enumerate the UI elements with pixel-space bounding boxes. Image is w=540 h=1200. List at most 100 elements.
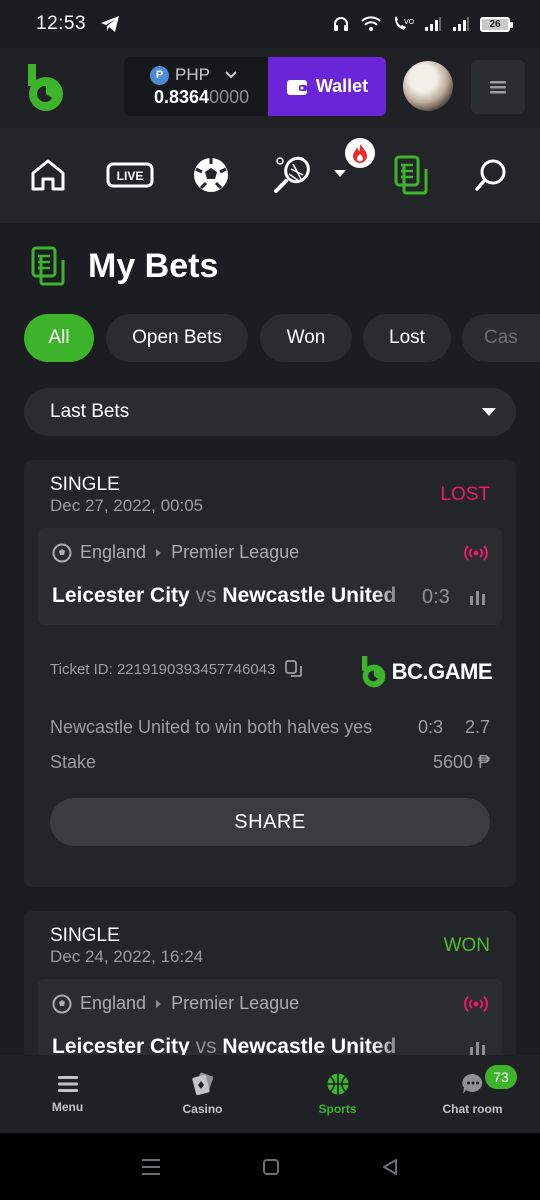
- tab-all[interactable]: All: [24, 314, 94, 362]
- bet-card[interactable]: SINGLE Dec 27, 2022, 00:05 LOST England …: [24, 460, 516, 887]
- balance-dim: 0000: [209, 87, 250, 107]
- copy-icon[interactable]: [285, 660, 303, 678]
- live-nav[interactable]: LIVE: [105, 150, 155, 200]
- status-time: 12:53: [36, 13, 87, 34]
- bet-date: Dec 27, 2022, 00:05: [50, 496, 204, 515]
- tab-won[interactable]: Won: [260, 314, 352, 362]
- live-signal-icon: [464, 996, 488, 1012]
- bottom-nav-label: Menu: [51, 1100, 84, 1114]
- home-icon: [31, 159, 65, 191]
- breadcrumb-separator: [156, 548, 162, 557]
- chevron-down-icon[interactable]: [224, 70, 238, 80]
- bc-game-logo-icon: [361, 656, 385, 688]
- headphones-icon: [334, 17, 348, 31]
- home-nav[interactable]: [23, 150, 73, 200]
- tab-cashout[interactable]: Cas: [462, 314, 540, 362]
- bc-game-logo[interactable]: [28, 64, 64, 112]
- live-signal-icon: [464, 545, 488, 561]
- casino-cards-icon: [191, 1072, 213, 1096]
- league-name: Premier League: [171, 542, 300, 562]
- share-button[interactable]: SHARE: [50, 798, 490, 846]
- live-icon: LIVE: [106, 162, 154, 188]
- currency-name: PHP: [175, 65, 210, 84]
- soccer-ball-icon: [52, 543, 72, 562]
- top-header: P PHP 0.83640000 Wallet: [0, 48, 540, 128]
- tennis-racket-icon: [274, 156, 310, 193]
- filter-tabs: All Open Bets Won Lost Cas: [24, 314, 540, 362]
- tab-lost[interactable]: Lost: [363, 314, 451, 362]
- stats-icon[interactable]: [468, 588, 486, 606]
- unread-badge: 73: [485, 1065, 517, 1089]
- balance-box[interactable]: P PHP 0.83640000: [124, 57, 268, 116]
- status-bar: 12:53 VO 26: [0, 0, 540, 48]
- tennis-nav[interactable]: [267, 150, 317, 200]
- bets-range-select[interactable]: Last Bets: [24, 388, 516, 436]
- bets-slip-icon: [394, 155, 428, 195]
- category-nav: LIVE: [0, 128, 540, 223]
- select-value: Last Bets: [50, 401, 130, 422]
- balance-value: 0.83640000: [154, 87, 258, 108]
- selection-odds: 2.7: [464, 717, 490, 737]
- selection-row: Newcastle United to win both halves yes …: [50, 717, 490, 738]
- hot-badge: [345, 138, 375, 168]
- page-title: My Bets: [88, 246, 219, 285]
- bc-game-brand: BC.GAME: [361, 656, 493, 688]
- balance-main: 0.8364: [154, 87, 210, 107]
- recent-apps-icon[interactable]: [140, 1157, 162, 1177]
- search-nav[interactable]: [466, 150, 516, 200]
- bet-status: WON: [443, 935, 490, 956]
- soccer-ball-icon: [52, 994, 72, 1013]
- basketball-icon: [327, 1073, 348, 1095]
- system-nav-bar: [0, 1133, 540, 1200]
- bottom-nav-chat[interactable]: Chat room 73: [405, 1055, 540, 1133]
- home-team: Leicester City: [52, 584, 190, 607]
- back-icon[interactable]: [380, 1157, 400, 1177]
- peso-coin-icon: P: [150, 65, 169, 85]
- league-row: England Premier League: [52, 993, 299, 1014]
- league-name: Premier League: [171, 993, 300, 1013]
- menu-icon: [57, 1076, 78, 1092]
- bets-slip-icon: [31, 246, 65, 286]
- stake-label: Stake: [50, 752, 97, 772]
- selection-score: 0:3: [417, 717, 443, 737]
- bet-card[interactable]: SINGLE Dec 24, 2022, 16:24 WON England P…: [24, 911, 516, 1061]
- event-box[interactable]: England Premier League Leicester City vs…: [38, 979, 502, 1061]
- wallet-label: Wallet: [315, 76, 369, 96]
- bet-type: SINGLE: [50, 474, 120, 495]
- vs-label: vs: [195, 584, 217, 607]
- match-score: 0:3: [422, 586, 450, 608]
- bottom-nav-label: Chat room: [442, 1102, 503, 1116]
- away-team: Newcastle United: [222, 584, 397, 607]
- bottom-nav-menu[interactable]: Menu: [0, 1055, 135, 1133]
- chat-bubble-icon: [461, 1073, 482, 1094]
- ticket-id: Ticket ID: 2219190393457746043: [50, 660, 276, 678]
- signal-icon-2: [453, 17, 469, 31]
- football-nav[interactable]: [186, 150, 236, 200]
- brand-name: BC.GAME: [391, 659, 493, 684]
- avatar[interactable]: [403, 61, 453, 111]
- tab-open-bets[interactable]: Open Bets: [106, 314, 248, 362]
- match-teams: Leicester City vs Newcastle United: [52, 584, 412, 608]
- wifi-icon: [361, 16, 381, 31]
- bottom-nav-label: Casino: [182, 1102, 223, 1116]
- wallet-button[interactable]: Wallet: [268, 57, 386, 116]
- stake-value: 5600 ₱: [432, 752, 490, 772]
- search-icon: [475, 159, 506, 191]
- bottom-nav-sports[interactable]: Sports: [270, 1055, 405, 1133]
- country-name: England: [80, 542, 147, 562]
- bottom-nav-label: Sports: [318, 1102, 357, 1116]
- menu-button[interactable]: [471, 60, 525, 114]
- league-row: England Premier League: [52, 542, 299, 563]
- ticket-row: Ticket ID: 2219190393457746043: [50, 660, 303, 678]
- bet-type: SINGLE: [50, 925, 120, 946]
- more-sports-caret[interactable]: [334, 170, 346, 177]
- event-box[interactable]: England Premier League Leicester City vs…: [38, 528, 502, 625]
- page-title-row: My Bets: [30, 244, 218, 288]
- telegram-icon: [101, 16, 120, 32]
- bottom-nav-casino[interactable]: Casino: [135, 1055, 270, 1133]
- svg-text:VO: VO: [404, 18, 414, 26]
- wallet-icon: [286, 79, 307, 95]
- home-button-icon[interactable]: [261, 1157, 281, 1177]
- soccer-ball-icon: [194, 158, 228, 192]
- my-bets-nav[interactable]: [386, 150, 436, 200]
